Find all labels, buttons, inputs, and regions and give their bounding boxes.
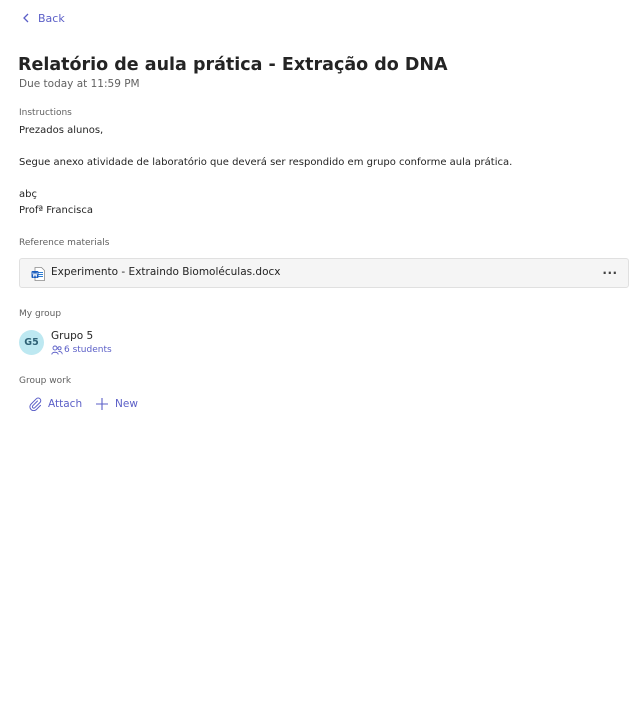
instructions-line: abç: [19, 189, 37, 200]
new-button[interactable]: New: [95, 397, 138, 411]
instructions-label: Instructions: [19, 108, 72, 118]
group-work-label: Group work: [19, 376, 72, 386]
instructions-line: Prezados alunos,: [19, 125, 104, 136]
attach-button[interactable]: Attach: [28, 397, 82, 411]
word-doc-icon: [31, 267, 45, 281]
file-name: Experimento - Extraindo Biomoléculas.doc…: [51, 266, 281, 278]
students-count: 6 students: [64, 345, 112, 355]
attach-label: Attach: [48, 398, 83, 410]
instructions-line: Segue anexo atividade de laboratório que…: [19, 157, 513, 168]
paperclip-icon: [29, 397, 42, 411]
due-date: Due today at 11:59 PM: [19, 78, 140, 90]
more-options-button[interactable]: ···: [601, 263, 619, 283]
my-group-label: My group: [19, 309, 62, 319]
instructions-line: Profª Francisca: [19, 205, 93, 216]
students-link[interactable]: 6 students: [51, 345, 112, 355]
reference-materials-label: Reference materials: [19, 238, 110, 248]
back-button[interactable]: Back: [22, 9, 65, 27]
back-label: Back: [38, 11, 65, 25]
people-icon: [51, 345, 63, 355]
reference-file-card[interactable]: Experimento - Extraindo Biomoléculas.doc…: [19, 258, 629, 288]
group-name: Grupo 5: [51, 330, 94, 342]
plus-icon: [96, 398, 108, 410]
chevron-left-icon: [23, 13, 29, 23]
new-label: New: [115, 398, 138, 410]
page-title: Relatório de aula prática - Extração do …: [18, 55, 448, 75]
avatar: G5: [19, 330, 44, 355]
